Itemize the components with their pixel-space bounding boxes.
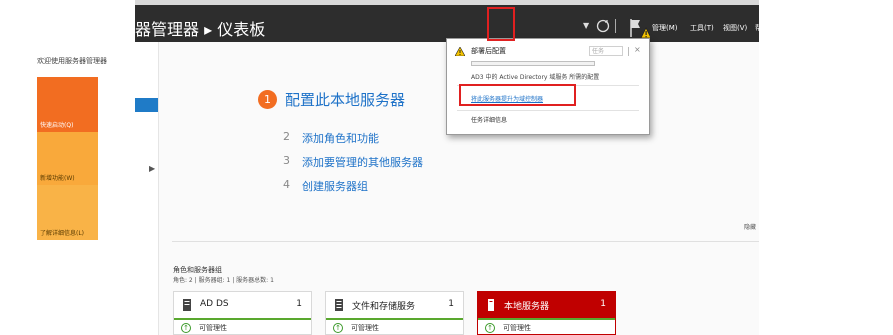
card-count: 1 (448, 299, 454, 309)
tile-quick-start[interactable]: 快速启动(Q) (37, 77, 98, 132)
section-divider (172, 241, 759, 242)
task-details-link[interactable]: 任务详细信息 (471, 115, 507, 124)
warning-icon (455, 47, 465, 56)
role-card-ad-ds[interactable]: AD DS 1 ↑ 可管理性 (173, 291, 312, 335)
card-status-bar (326, 318, 463, 320)
card-status[interactable]: 可管理性 (199, 323, 227, 333)
notification-status: AD3 中的 Active Directory 域服务 所需的配置 (471, 74, 600, 81)
task-progress-bar (471, 61, 595, 66)
card-title: AD DS (200, 299, 229, 309)
card-title: 本地服务器 (504, 302, 550, 312)
create-group-link[interactable]: 创建服务器组 (302, 178, 368, 194)
server-icon (183, 299, 191, 311)
roles-summary: 角色: 2 | 服务器组: 1 | 服务器总数: 1 (173, 277, 274, 284)
roles-heading: 角色和服务器组 (173, 266, 222, 274)
card-count: 1 (296, 299, 302, 309)
card-status-bar (478, 318, 615, 320)
expand-arrow-icon[interactable]: ▶ (149, 164, 155, 173)
menu-help[interactable]: 帮 (755, 23, 759, 33)
up-arrow-icon: ↑ (181, 323, 191, 333)
card-status[interactable]: 可管理性 (351, 323, 379, 333)
tile-learn-more[interactable]: 了解详细信息(L) (37, 185, 98, 240)
close-icon[interactable]: × (634, 45, 641, 54)
card-title: 文件和存储服务 (352, 302, 416, 312)
task-dropdown[interactable]: 任务 (589, 46, 623, 56)
tile-label: 新增功能(W) (40, 175, 75, 182)
up-arrow-icon: ↑ (333, 323, 343, 333)
card-header: 本地服务器 1 (478, 292, 615, 318)
refresh-icon[interactable] (596, 19, 610, 33)
configure-local-server-link[interactable]: 配置此本地服务器 (285, 89, 405, 110)
add-roles-link[interactable]: 添加角色和功能 (302, 130, 379, 146)
step-4-number: 4 (283, 178, 290, 191)
card-header: AD DS 1 (174, 292, 311, 318)
popup-divider (457, 110, 639, 111)
step-3-number: 3 (283, 154, 290, 167)
server-icon (488, 299, 494, 311)
menu-tools[interactable]: 工具(T) (690, 23, 714, 33)
up-arrow-icon: ↑ (485, 323, 495, 333)
menu-manage[interactable]: 管理(M) (652, 23, 678, 33)
card-header: 文件和存储服务 1 (326, 292, 463, 318)
hide-welcome-link[interactable]: 隐藏 (744, 222, 756, 231)
sidebar: ▶ (135, 42, 159, 335)
add-servers-link[interactable]: 添加要管理的其他服务器 (302, 154, 423, 170)
toolbar-separator (615, 19, 616, 33)
step-2-number: 2 (283, 130, 290, 143)
notification-title: 部署后配置 (471, 47, 506, 55)
role-card-file-storage[interactable]: 文件和存储服务 1 ↑ 可管理性 (325, 291, 464, 335)
sidebar-item-dashboard[interactable] (135, 98, 158, 112)
step-1-badge: 1 (258, 90, 277, 109)
role-card-local-server[interactable]: 本地服务器 1 ↑ 可管理性 (477, 291, 616, 335)
tile-label: 快速启动(Q) (40, 122, 74, 129)
menu-view[interactable]: 视图(V) (723, 23, 747, 33)
tile-label: 了解详细信息(L) (40, 230, 85, 237)
highlight-box-promote-link (459, 84, 576, 106)
highlight-box-flag (487, 7, 515, 41)
welcome-heading: 欢迎使用服务器管理器 (37, 57, 107, 65)
page-title: 器管理器 ▸ 仪表板 (135, 20, 266, 39)
notification-flag-icon[interactable] (628, 17, 650, 39)
header-bar: 器管理器 ▸ 仪表板 ▼ 管理(M) 工具(T) 视图(V) 帮 (135, 5, 759, 42)
card-count: 1 (600, 299, 606, 309)
card-status-bar (174, 318, 311, 320)
popup-separator (628, 47, 629, 56)
card-status[interactable]: 可管理性 (503, 323, 531, 333)
tile-whats-new[interactable]: 新增功能(W) (37, 132, 98, 185)
chevron-down-icon[interactable]: ▼ (583, 21, 589, 30)
file-storage-icon (335, 299, 343, 311)
